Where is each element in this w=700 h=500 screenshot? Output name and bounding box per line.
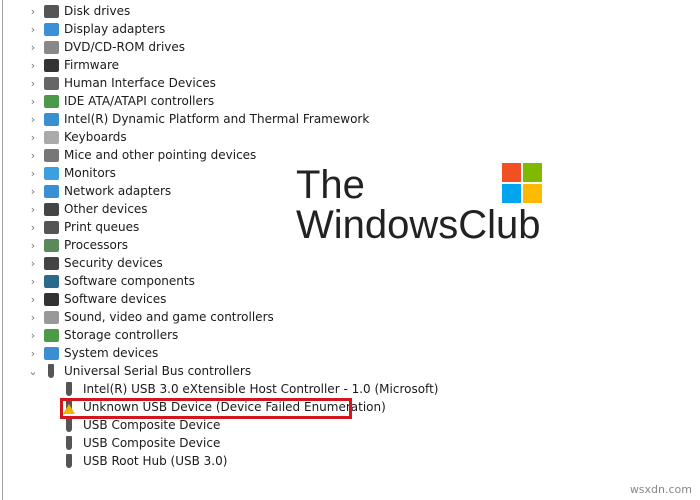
tree-item-category[interactable]: › DVD/CD-ROM drives [0, 38, 185, 56]
display-adapter-icon [44, 22, 59, 36]
network-adapter-icon [44, 184, 59, 198]
tree-item-label: System devices [64, 346, 159, 360]
tree-item-label: Software devices [64, 292, 167, 306]
other-device-icon [44, 202, 59, 216]
usb-device-icon [66, 418, 72, 432]
tree-item-label: Human Interface Devices [64, 76, 216, 90]
tree-item-label: Security devices [64, 256, 163, 270]
chevron-right-icon[interactable]: › [28, 59, 38, 72]
tree-item-category[interactable]: › Software components [0, 272, 195, 290]
chevron-right-icon[interactable]: › [28, 131, 38, 144]
highlight-box [60, 398, 352, 419]
usb-device-icon [66, 436, 72, 450]
tree-item-category[interactable]: › Human Interface Devices [0, 74, 216, 92]
hid-icon [44, 76, 59, 90]
usb-device-icon [66, 382, 72, 396]
tree-item-device[interactable]: USB Root Hub (USB 3.0) [62, 452, 227, 470]
tree-item-label: USB Root Hub (USB 3.0) [83, 454, 228, 468]
usb-icon [48, 364, 54, 378]
tree-item-category[interactable]: › Print queues [0, 218, 139, 236]
printer-icon [44, 220, 59, 234]
chevron-right-icon[interactable]: › [28, 311, 38, 324]
tree-item-category[interactable]: › Sound, video and game controllers [0, 308, 274, 326]
software-component-icon [44, 274, 59, 288]
tree-item-label: Mice and other pointing devices [64, 148, 257, 162]
tree-item-category[interactable]: › Processors [0, 236, 128, 254]
security-device-icon [44, 256, 59, 270]
system-icon [44, 346, 59, 360]
chevron-right-icon[interactable]: › [28, 113, 38, 126]
tree-item-category[interactable]: › System devices [0, 344, 158, 362]
speaker-icon [44, 310, 59, 324]
tree-item-label: Processors [64, 238, 129, 252]
keyboard-icon [44, 130, 59, 144]
chevron-right-icon[interactable]: › [28, 257, 38, 270]
chevron-right-icon[interactable]: › [28, 221, 38, 234]
chevron-right-icon[interactable]: › [28, 185, 38, 198]
tree-item-device[interactable]: Intel(R) USB 3.0 eXtensible Host Control… [62, 380, 438, 398]
tree-item-category[interactable]: › Intel(R) Dynamic Platform and Thermal F… [0, 110, 370, 128]
watermark: wsxdn.com [629, 483, 692, 496]
tree-item-category[interactable]: › IDE ATA/ATAPI controllers [0, 92, 214, 110]
tree-item-category[interactable]: ⌄ Universal Serial Bus controllers [0, 362, 251, 380]
tree-item-label: USB Composite Device [83, 418, 221, 432]
dvd-drive-icon [44, 40, 59, 54]
tree-item-label: Print queues [64, 220, 140, 234]
tree-item-label: Monitors [64, 166, 116, 180]
firmware-icon [44, 58, 59, 72]
chevron-right-icon[interactable]: › [28, 149, 38, 162]
disk-drive-icon [44, 4, 59, 18]
tree-item-label: Storage controllers [64, 328, 179, 342]
tree-item-label: USB Composite Device [83, 436, 221, 450]
tree-item-label: Sound, video and game controllers [64, 310, 274, 324]
tree-item-label: Keyboards [64, 130, 127, 144]
tree-item-label: IDE ATA/ATAPI controllers [64, 94, 215, 108]
tree-item-category[interactable]: › Monitors [0, 164, 116, 182]
monitor-icon [44, 166, 59, 180]
storage-controller-icon [44, 328, 59, 342]
tree-item-label: Software components [64, 274, 195, 288]
chevron-right-icon[interactable]: › [28, 329, 38, 342]
tree-item-category[interactable]: › Firmware [0, 56, 119, 74]
tree-item-category[interactable]: › Disk drives [0, 2, 130, 20]
tree-item-category[interactable]: › Mice and other pointing devices [0, 146, 257, 164]
usb-device-icon [66, 454, 72, 468]
system-icon [44, 112, 59, 126]
chevron-right-icon[interactable]: › [28, 275, 38, 288]
mouse-icon [44, 148, 59, 162]
chevron-right-icon[interactable]: › [28, 239, 38, 252]
tree-item-label: Universal Serial Bus controllers [64, 364, 252, 378]
tree-item-label: Firmware [64, 58, 119, 72]
tree-item-label: DVD/CD-ROM drives [64, 40, 186, 54]
chevron-right-icon[interactable]: › [28, 167, 38, 180]
chevron-right-icon[interactable]: › [28, 41, 38, 54]
tree-item-category[interactable]: › Network adapters [0, 182, 171, 200]
ide-controller-icon [44, 94, 59, 108]
processor-icon [44, 238, 59, 252]
chevron-down-icon[interactable]: ⌄ [28, 365, 38, 378]
chevron-right-icon[interactable]: › [28, 95, 38, 108]
chevron-right-icon[interactable]: › [28, 23, 38, 36]
tree-item-label: Other devices [64, 202, 148, 216]
tree-item-category[interactable]: › Software devices [0, 290, 167, 308]
tree-item-label: Display adapters [64, 22, 166, 36]
chevron-right-icon[interactable]: › [28, 203, 38, 216]
tree-item-category[interactable]: › Display adapters [0, 20, 165, 38]
tree-item-category[interactable]: › Other devices [0, 200, 148, 218]
tree-item-label: Intel(R) USB 3.0 eXtensible Host Control… [83, 382, 439, 396]
tree-item-label: Network adapters [64, 184, 172, 198]
windows-logo-icon [502, 163, 542, 203]
tree-item-category[interactable]: › Security devices [0, 254, 163, 272]
chevron-right-icon[interactable]: › [28, 77, 38, 90]
tree-item-label: Intel(R) Dynamic Platform and Thermal Fr… [64, 112, 370, 126]
chevron-right-icon[interactable]: › [28, 347, 38, 360]
chevron-right-icon[interactable]: › [28, 5, 38, 18]
tree-item-label: Disk drives [64, 4, 131, 18]
logo-line2: WindowsClub [296, 203, 541, 247]
tree-item-category[interactable]: › Keyboards [0, 128, 127, 146]
tree-item-category[interactable]: › Storage controllers [0, 326, 178, 344]
chevron-right-icon[interactable]: › [28, 293, 38, 306]
tree-item-device[interactable]: USB Composite Device [62, 434, 220, 452]
software-device-icon [44, 292, 59, 306]
